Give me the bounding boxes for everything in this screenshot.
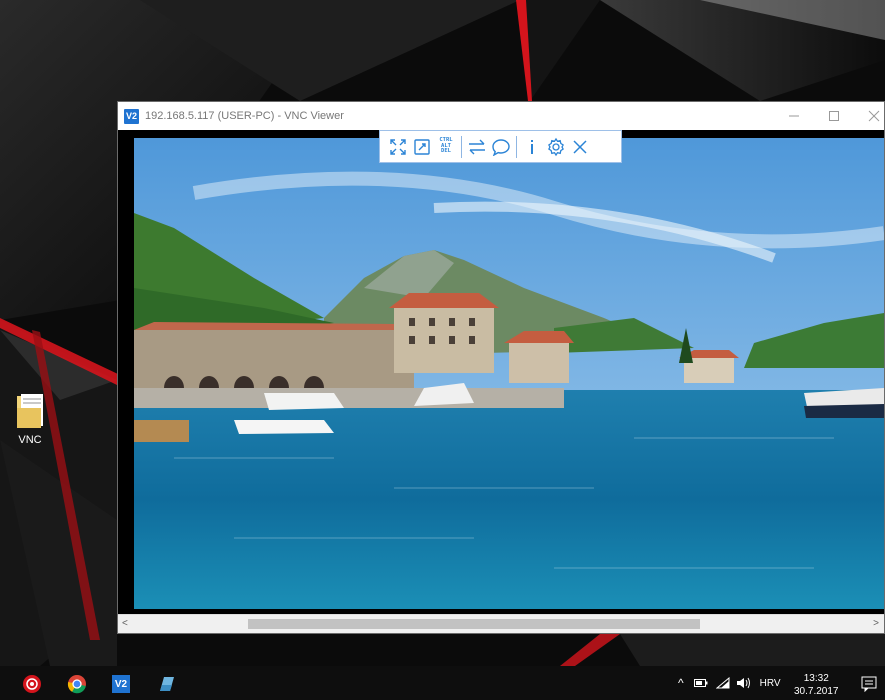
close-window-button[interactable]	[854, 102, 885, 130]
settings-icon	[548, 137, 564, 156]
vnc-viewer-icon[interactable]: V2	[111, 674, 131, 694]
chrome-icon[interactable]	[67, 674, 87, 694]
close-icon	[868, 110, 880, 122]
window-titlebar[interactable]: V2 192.168.5.117 (USER-PC) - VNC Viewer	[118, 102, 884, 130]
minimize-icon	[789, 115, 799, 117]
notes-app-icon[interactable]	[156, 674, 176, 694]
transfer-icon	[469, 139, 485, 154]
scale-icon	[414, 138, 430, 155]
wifi-icon[interactable]	[715, 677, 730, 689]
chat-button[interactable]	[489, 133, 513, 161]
info-icon	[531, 139, 533, 154]
taskbar: V2 ^ HRV 13:32 30.7.2017	[0, 666, 885, 700]
ctrl-alt-del-button[interactable]: CTRL ALT DEL	[434, 133, 458, 161]
ctrl-alt-del-icon: CTRL ALT DEL	[439, 137, 453, 155]
show-hidden-icons-chevron[interactable]: ^	[678, 676, 684, 690]
notification-center-icon[interactable]	[859, 674, 879, 694]
vnc-app-icon: V2	[124, 108, 139, 124]
fullscreen-icon	[390, 138, 406, 155]
vnc-toolbar: CTRL ALT DEL	[379, 130, 622, 163]
scroll-left-arrow[interactable]: <	[122, 618, 128, 629]
system-tray: ^ HRV	[678, 666, 781, 700]
harbor-landscape-image	[134, 138, 884, 609]
transfer-button[interactable]	[465, 133, 489, 161]
toolbar-close-button[interactable]	[568, 133, 592, 161]
window-title: 192.168.5.117 (USER-PC) - VNC Viewer	[145, 110, 344, 122]
clock-time: 13:32	[803, 673, 829, 684]
battery-icon[interactable]	[693, 678, 708, 688]
minimize-button[interactable]	[774, 102, 814, 130]
fullscreen-button[interactable]	[386, 133, 410, 161]
scrollbar-thumb[interactable]	[248, 619, 700, 629]
maximize-icon	[829, 111, 839, 121]
clock-date: 30.7.2017	[794, 686, 839, 697]
taskbar-clock[interactable]: 13:32 30.7.2017	[794, 672, 839, 698]
chat-icon	[492, 138, 510, 156]
vnc-viewer-window[interactable]: V2 192.168.5.117 (USER-PC) - VNC Viewer …	[117, 101, 885, 634]
record-app-icon[interactable]	[22, 674, 42, 694]
input-language[interactable]: HRV	[760, 678, 781, 689]
scale-button[interactable]	[410, 133, 434, 161]
horizontal-scrollbar[interactable]: < >	[118, 614, 884, 633]
vnc-viewer-taskbar-label: V2	[112, 675, 130, 693]
maximize-button[interactable]	[814, 102, 854, 130]
folder-icon	[15, 392, 45, 430]
desktop-icon-vnc[interactable]: VNC	[8, 392, 52, 446]
toolbar-separator	[516, 135, 517, 158]
desktop-icon-label: VNC	[18, 434, 42, 446]
info-button[interactable]	[520, 133, 544, 161]
scroll-right-arrow[interactable]: >	[873, 618, 879, 629]
close-icon	[573, 139, 587, 154]
toolbar-separator	[461, 135, 462, 158]
settings-button[interactable]	[544, 133, 568, 161]
volume-icon[interactable]	[736, 677, 752, 689]
remote-desktop-view[interactable]	[134, 138, 884, 609]
